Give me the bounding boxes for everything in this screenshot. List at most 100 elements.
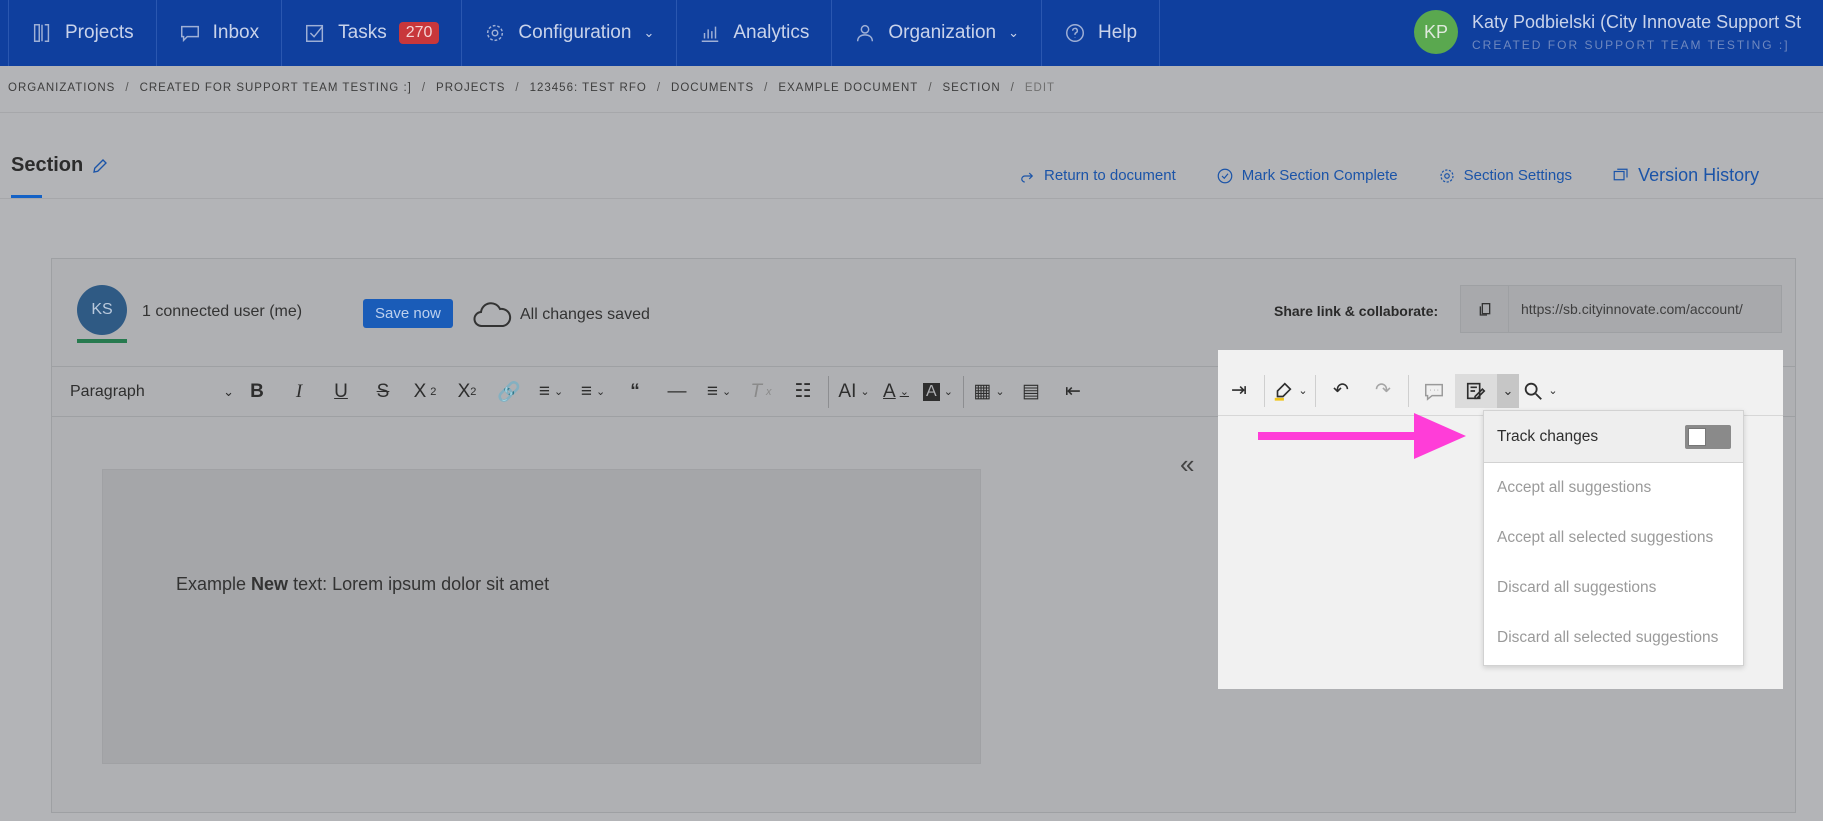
breadcrumb-project[interactable]: 123456: TEST RFO — [530, 82, 647, 94]
breadcrumb-projects[interactable]: PROJECTS — [436, 82, 505, 94]
mark-section-complete-button[interactable]: Mark Section Complete — [1216, 167, 1398, 185]
numbered-list-icon[interactable]: ≡ ⌄ — [572, 375, 614, 409]
italic-icon[interactable]: I — [278, 375, 320, 409]
pencil-icon[interactable] — [91, 157, 109, 175]
collapse-sidebar-icon[interactable]: « — [1180, 449, 1194, 480]
gear-icon — [487, 24, 504, 42]
paragraph-style-value: Paragraph — [70, 382, 145, 400]
section-actions: Return to document Mark Section Complete… — [1018, 165, 1759, 186]
nav-help-label: Help — [1098, 22, 1138, 43]
section-settings-button[interactable]: Section Settings — [1438, 167, 1572, 185]
breadcrumb-separator: / — [656, 82, 662, 94]
save-status: All changes saved — [472, 301, 650, 329]
font-size-icon[interactable]: AI ⌄ — [833, 375, 875, 409]
tasks-icon — [306, 24, 324, 42]
font-color-icon[interactable]: A ⌄ — [875, 375, 917, 409]
avatar: KS — [77, 285, 127, 335]
check-circle-icon — [1217, 168, 1233, 183]
track-changes-button[interactable] — [1455, 373, 1497, 408]
table-icon[interactable]: ▦ ⌄ — [968, 375, 1010, 409]
nav-organization[interactable]: Organization ⌄ — [832, 0, 1043, 66]
undo-icon[interactable]: ↶ — [1320, 374, 1362, 408]
discard-all-suggestions[interactable]: Discard all suggestions — [1484, 563, 1743, 613]
chevron-down-icon: ⌄ — [223, 383, 234, 399]
redo-icon[interactable]: ↷ — [1362, 374, 1404, 408]
breadcrumb-document[interactable]: EXAMPLE DOCUMENT — [778, 82, 918, 94]
strikethrough-icon[interactable]: S — [362, 375, 404, 409]
toolbar-separator — [828, 375, 829, 408]
highlight-icon[interactable]: ⌄ — [1269, 374, 1311, 408]
return-label: Return to document — [1044, 167, 1176, 184]
link-icon[interactable]: 🔗 — [488, 375, 530, 409]
superscript-icon[interactable]: X2 — [446, 375, 488, 409]
breadcrumb-separator: / — [125, 82, 130, 94]
nav-configuration[interactable]: Configuration ⌄ — [462, 0, 678, 66]
align-icon[interactable]: ≡ ⌄ — [698, 375, 740, 409]
track-changes-toggle[interactable] — [1685, 424, 1731, 449]
nav-help[interactable]: Help — [1042, 0, 1161, 66]
projects-icon — [33, 24, 50, 42]
breadcrumb-separator: / — [928, 82, 933, 94]
paragraph-style-select[interactable]: Paragraph ⌄ — [68, 375, 236, 409]
remove-format-icon[interactable]: Tx — [740, 375, 782, 409]
nav-configuration-label: Configuration — [518, 22, 632, 43]
document-text-bold: New — [251, 574, 289, 594]
track-changes-dropdown[interactable]: ⌄ — [1497, 373, 1519, 408]
discard-all-selected-suggestions[interactable]: Discard all selected suggestions — [1484, 613, 1743, 663]
editor-toolbar-highlighted: ⇥ ⌄ ↶ ↷ ⌄ ⌄ — [1218, 366, 1783, 416]
version-history-label: Version History — [1638, 165, 1760, 185]
breadcrumb-edit: EDIT — [1024, 82, 1056, 94]
tasks-count-badge: 270 — [398, 22, 440, 44]
image-icon[interactable]: ▤ — [1010, 375, 1052, 409]
page-break-icon[interactable]: ☷ — [782, 375, 824, 409]
gear-icon — [1440, 168, 1454, 183]
comment-icon[interactable] — [1413, 374, 1455, 408]
help-icon — [1066, 24, 1084, 42]
breadcrumb-organization[interactable]: CREATED FOR SUPPORT TEAM TESTING :] — [140, 82, 412, 94]
blockquote-icon[interactable]: “ — [614, 375, 656, 409]
nav-projects[interactable]: Projects — [8, 0, 157, 66]
share-link-field[interactable]: https://sb.cityinnovate.com/account/ — [1460, 285, 1782, 333]
share-label: Share link & collaborate: — [1274, 303, 1439, 319]
toggle-knob — [1688, 427, 1706, 446]
subscript-icon[interactable]: X2 — [404, 375, 446, 409]
track-changes-toggle-row[interactable]: Track changes — [1484, 411, 1743, 463]
outdent-icon[interactable]: ⇤ — [1052, 375, 1094, 409]
page-title: Section — [11, 154, 109, 177]
breadcrumb-separator: / — [515, 82, 520, 94]
nav-tasks[interactable]: Tasks 270 — [282, 0, 463, 66]
font-background-icon[interactable]: A ⌄ — [917, 375, 959, 409]
breadcrumb-section[interactable]: SECTION — [943, 82, 1001, 94]
document-text-end: text: Lorem ipsum dolor sit amet — [288, 574, 550, 594]
breadcrumb-documents[interactable]: DOCUMENTS — [671, 82, 754, 94]
accept-all-selected-suggestions[interactable]: Accept all selected suggestions — [1484, 513, 1743, 563]
underline-icon[interactable]: U — [320, 375, 362, 409]
document-page[interactable]: Example New text: Lorem ipsum dolor sit … — [102, 469, 981, 764]
return-to-document-link[interactable]: Return to document — [1018, 167, 1176, 185]
nav-inbox[interactable]: Inbox — [157, 0, 283, 66]
document-text[interactable]: Example New text: Lorem ipsum dolor sit … — [176, 574, 549, 595]
share-url[interactable]: https://sb.cityinnovate.com/account/ — [1509, 286, 1755, 332]
indent-icon[interactable]: ⇥ — [1218, 374, 1260, 408]
chevron-down-icon: ⌄ — [1502, 382, 1514, 398]
pointer-arrow — [1258, 413, 1466, 459]
bold-icon[interactable]: B — [236, 375, 278, 409]
nav-analytics[interactable]: Analytics — [677, 0, 833, 66]
copy-icon[interactable] — [1461, 286, 1509, 332]
accept-all-suggestions[interactable]: Accept all suggestions — [1484, 463, 1743, 513]
bulleted-list-icon[interactable]: ≡ ⌄ — [530, 375, 572, 409]
horizontal-line-icon[interactable]: — — [656, 375, 698, 409]
chevron-down-icon: ⌄ — [1008, 25, 1020, 40]
nav-organization-label: Organization — [888, 22, 997, 43]
connected-users: 1 connected user (me) — [142, 303, 303, 320]
track-changes-icon — [1466, 382, 1486, 399]
user-menu[interactable]: KP Katy Podbielski (City Innovate Suppor… — [1414, 10, 1801, 54]
breadcrumb-organizations[interactable]: ORGANIZATIONS — [8, 82, 115, 94]
return-icon — [1021, 172, 1034, 183]
save-now-button[interactable]: Save now — [363, 299, 453, 328]
find-replace-icon[interactable]: ⌄ — [1519, 374, 1561, 408]
cloud-icon — [473, 302, 512, 327]
document-text-start: Example — [176, 574, 252, 594]
avatar: KP — [1414, 10, 1458, 54]
version-history-button[interactable]: Version History — [1612, 165, 1759, 186]
